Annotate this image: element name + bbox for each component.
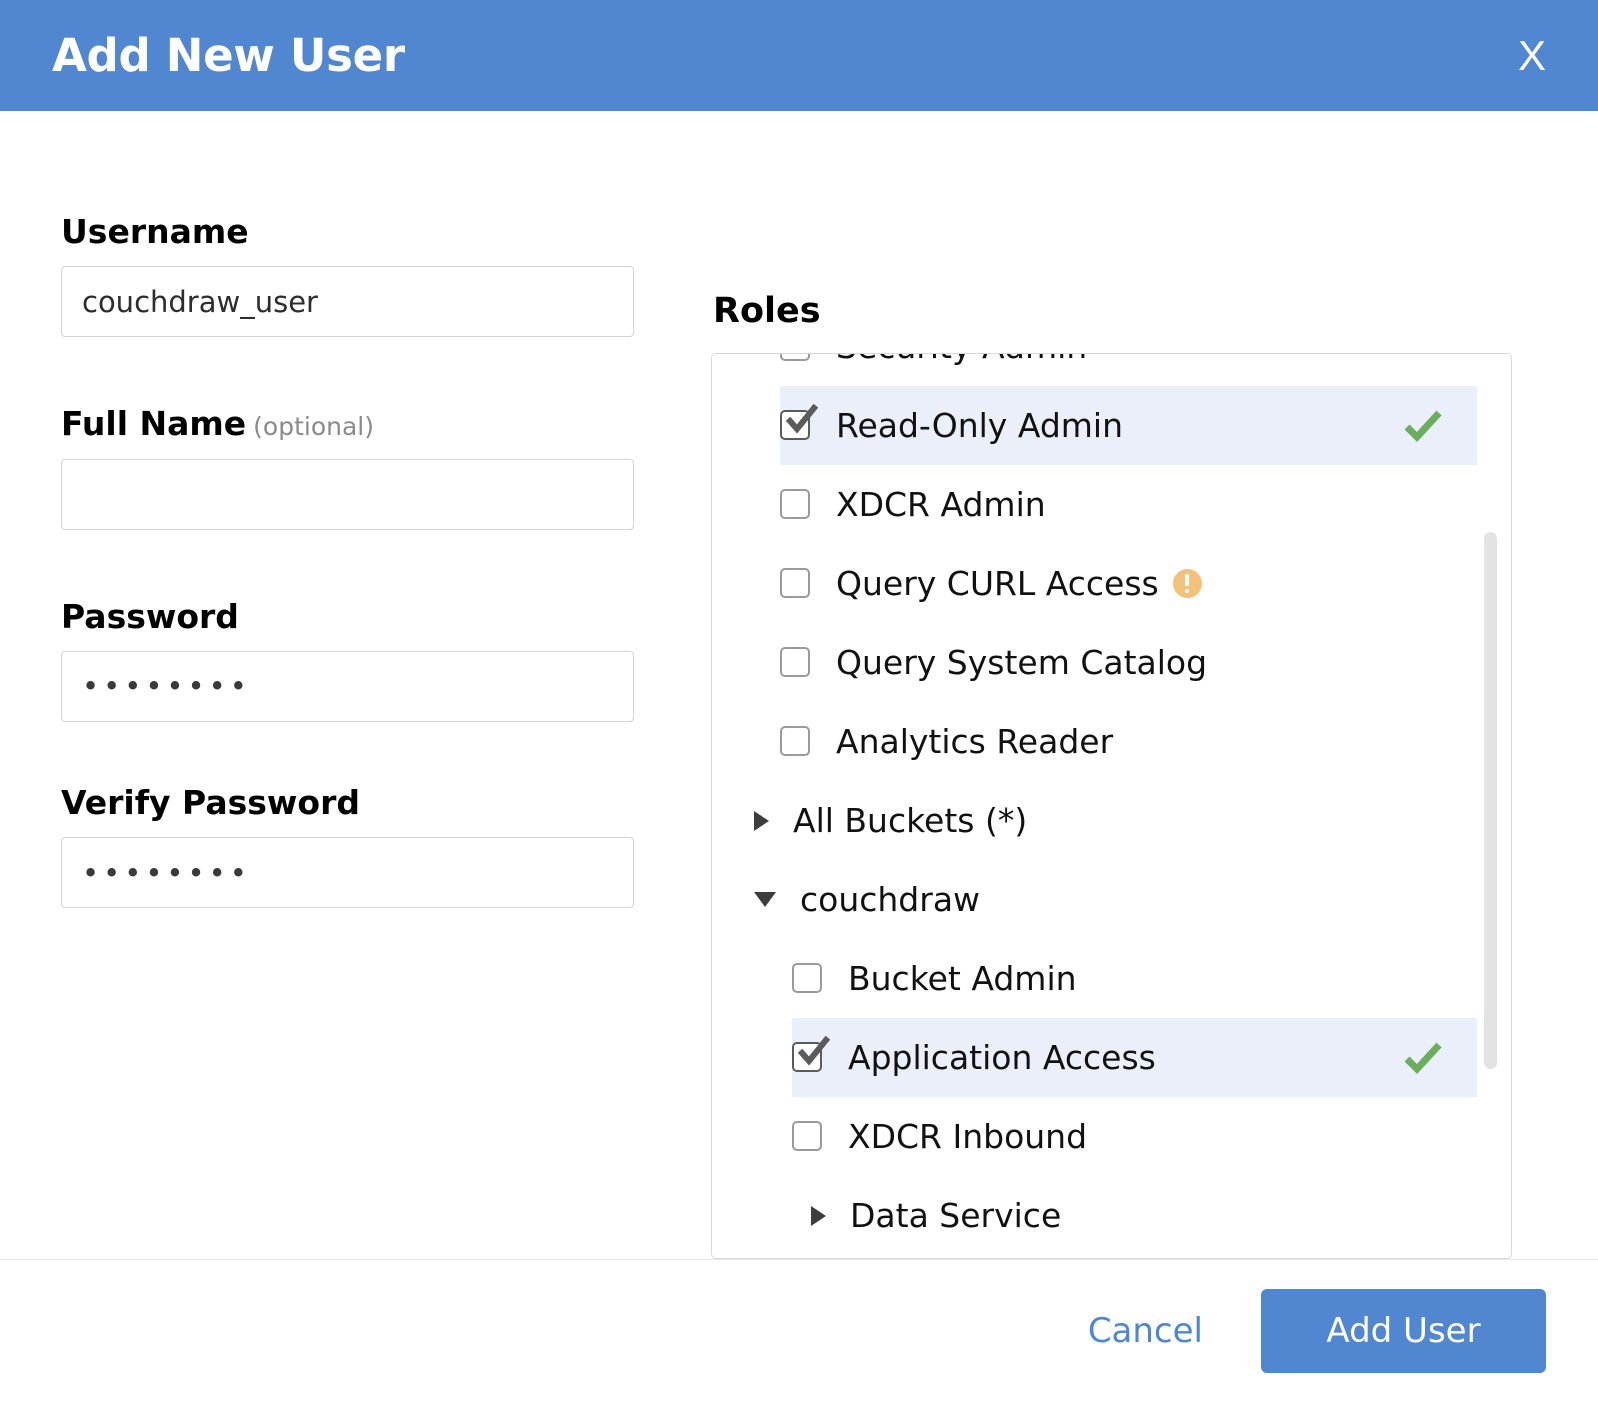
dialog-header: Add New User X: [0, 0, 1598, 111]
warning-icon[interactable]: [1172, 569, 1202, 598]
roles-title: Roles: [713, 291, 821, 331]
tree-node-label: All Buckets (*): [793, 801, 1028, 840]
full-name-optional-note: (optional): [253, 412, 374, 442]
user-form: Username Full Name(optional) Password Ve…: [0, 111, 700, 1259]
username-input[interactable]: [61, 266, 634, 338]
add-new-user-dialog: Add New User X Username Full Name(option…: [0, 0, 1598, 1373]
role-label: Query System Catalog: [836, 643, 1208, 682]
checkbox-unchecked-icon[interactable]: [792, 962, 822, 993]
full-name-label-text: Full Name: [61, 404, 247, 444]
role-label: Query CURL Access: [836, 564, 1159, 603]
checkbox-unchecked-icon[interactable]: [780, 725, 810, 756]
checkbox-checked-icon[interactable]: [780, 409, 810, 440]
chevron-right-icon[interactable]: [754, 810, 769, 831]
verify-password-field-group: Verify Password: [61, 782, 700, 908]
role-row[interactable]: Bucket Admin: [712, 939, 1511, 1018]
selected-check-icon: [1403, 409, 1443, 443]
role-label: Security Admin: [836, 354, 1087, 363]
password-field-group: Password: [61, 596, 700, 722]
checkbox-wrap[interactable]: [780, 725, 812, 758]
checkbox-unchecked-icon[interactable]: [780, 488, 810, 519]
checkbox-wrap[interactable]: [780, 354, 812, 363]
role-row[interactable]: XDCR Admin: [712, 465, 1511, 544]
verify-password-input[interactable]: [61, 837, 634, 908]
role-row[interactable]: Security Admin: [712, 354, 1511, 386]
dialog-footer: Cancel Add User: [0, 1259, 1598, 1401]
full-name-label: Full Name (optional): [61, 403, 700, 444]
username-label: Username: [61, 212, 249, 251]
checkbox-checked-icon[interactable]: [792, 1041, 822, 1072]
role-row[interactable]: Query System Catalog: [712, 623, 1511, 702]
cancel-button[interactable]: Cancel: [1088, 1311, 1203, 1351]
dialog-body: Username Full Name(optional) Password Ve…: [0, 111, 1598, 1259]
password-label: Password: [61, 596, 239, 636]
role-label: XDCR Admin: [836, 485, 1046, 524]
password-input[interactable]: [61, 650, 634, 722]
role-row[interactable]: Read-Only Admin: [780, 386, 1477, 465]
full-name-input[interactable]: [61, 458, 634, 530]
checkbox-wrap[interactable]: [792, 1035, 830, 1074]
role-label: Bucket Admin: [848, 959, 1077, 998]
role-row[interactable]: Application Access: [792, 1018, 1477, 1097]
tree-node-couchdraw[interactable]: couchdraw: [712, 860, 1511, 939]
checkbox-unchecked-icon[interactable]: [792, 1120, 822, 1151]
roles-section: Roles Security Admin: [700, 111, 1598, 1259]
selected-check-icon: [1403, 1041, 1443, 1075]
tree-node-label: couchdraw: [800, 880, 981, 919]
dialog-title: Add New User: [52, 29, 405, 82]
roles-scrollbar-thumb[interactable]: [1484, 532, 1497, 1069]
add-user-button[interactable]: Add User: [1261, 1288, 1546, 1373]
checkbox-unchecked-icon[interactable]: [780, 354, 810, 361]
role-label: Application Access: [848, 1038, 1156, 1077]
role-row[interactable]: XDCR Inbound: [712, 1097, 1511, 1176]
verify-password-label: Verify Password: [61, 782, 360, 822]
role-row[interactable]: Query CURL Access: [712, 544, 1511, 623]
checkbox-wrap[interactable]: [792, 962, 824, 995]
roles-scrollbar[interactable]: [1484, 362, 1497, 1250]
role-row[interactable]: Analytics Reader: [712, 702, 1511, 781]
full-name-field-group: Full Name (optional): [61, 403, 700, 530]
roles-list-container: Security Admin Read-Only Admin: [711, 353, 1512, 1259]
role-label: Analytics Reader: [836, 722, 1114, 761]
username-field-group: Username: [61, 211, 700, 338]
checkbox-unchecked-icon[interactable]: [780, 567, 810, 598]
checkbox-wrap[interactable]: [780, 403, 818, 442]
tree-node-label: Data Service: [850, 1196, 1062, 1235]
chevron-right-icon[interactable]: [811, 1205, 826, 1226]
roles-scroll-area[interactable]: Security Admin Read-Only Admin: [712, 354, 1511, 1258]
close-icon[interactable]: X: [1504, 29, 1560, 83]
checkbox-wrap[interactable]: [792, 1120, 824, 1153]
tree-node-all-buckets[interactable]: All Buckets (*): [712, 781, 1511, 860]
role-label: Read-Only Admin: [836, 406, 1123, 445]
checkbox-wrap[interactable]: [780, 488, 812, 521]
checkbox-wrap[interactable]: [780, 567, 812, 600]
chevron-down-icon[interactable]: [754, 892, 776, 907]
checkbox-unchecked-icon[interactable]: [780, 646, 810, 677]
tree-node-data-service[interactable]: Data Service: [712, 1176, 1511, 1255]
checkbox-wrap[interactable]: [780, 646, 812, 679]
role-label: XDCR Inbound: [848, 1117, 1088, 1156]
